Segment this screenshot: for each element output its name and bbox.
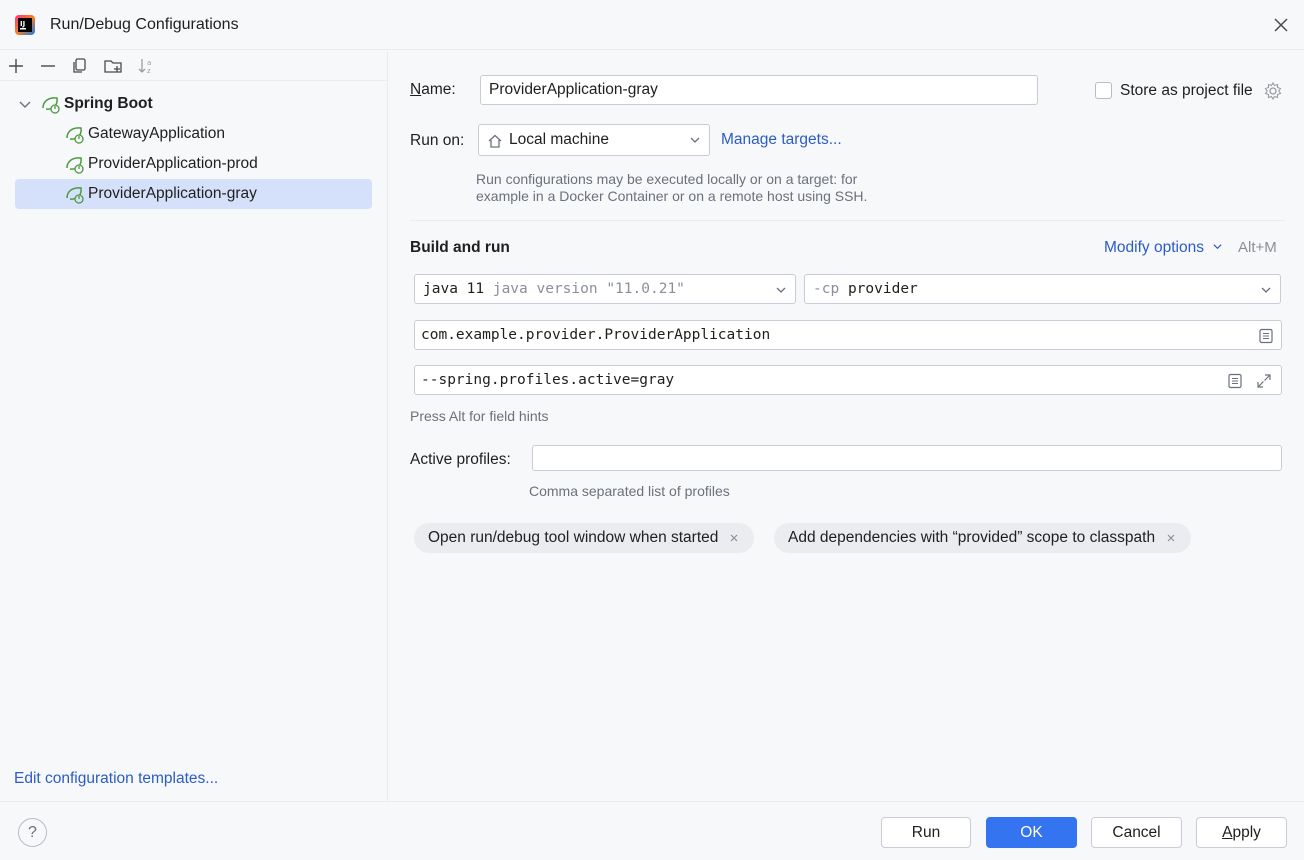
ok-button[interactable]: OK xyxy=(986,817,1077,848)
cancel-button[interactable]: Cancel xyxy=(1091,817,1182,848)
name-label: Name: xyxy=(410,81,456,98)
tree-toolbar: az xyxy=(0,51,387,81)
chevron-down-icon xyxy=(1213,244,1222,250)
run-on-label: Run on: xyxy=(410,132,465,149)
spring-boot-icon xyxy=(42,97,60,114)
tree-item-gateway[interactable]: GatewayApplication xyxy=(0,119,387,149)
store-as-project-file-checkbox[interactable] xyxy=(1095,82,1112,99)
field-hints-text: Press Alt for field hints xyxy=(410,408,549,424)
active-profiles-input[interactable] xyxy=(532,445,1282,471)
configurations-panel: az Spring Boot GatewayApplication Provid… xyxy=(0,51,388,801)
copy-icon[interactable] xyxy=(69,55,91,77)
jdk-dropdown[interactable]: java 11 java version "11.0.21" xyxy=(414,274,796,304)
tree-item-label: ProviderApplication-prod xyxy=(88,155,258,172)
run-on-dropdown[interactable]: Local machine xyxy=(478,124,710,156)
active-profiles-label: Active profiles: xyxy=(410,451,511,468)
chevron-down-icon xyxy=(1261,287,1271,293)
svg-text:a: a xyxy=(147,59,151,67)
tree-item-label: ProviderApplication-gray xyxy=(88,185,257,202)
modify-options-label: Modify options xyxy=(1104,239,1204,256)
chip-label: Add dependencies with “provided” scope t… xyxy=(788,529,1156,546)
apply-button-rest: pply xyxy=(1232,823,1261,841)
spring-boot-icon xyxy=(66,157,84,174)
tree-group-spring-boot[interactable]: Spring Boot xyxy=(0,89,387,119)
run-on-hint-line-1: Run configurations may be executed local… xyxy=(476,171,858,187)
dialog-footer: ? Run OK Cancel Apply xyxy=(0,801,1304,860)
title-bar: IJ Run/Debug Configurations xyxy=(0,0,1304,50)
program-arguments-input[interactable]: --spring.profiles.active=gray xyxy=(414,365,1282,395)
name-label-rest: ame: xyxy=(421,81,456,98)
option-chip-open-tool-window: Open run/debug tool window when started xyxy=(414,523,755,553)
home-icon xyxy=(488,134,502,148)
chevron-down-icon xyxy=(690,137,700,143)
svg-text:IJ: IJ xyxy=(20,20,25,28)
spring-boot-icon xyxy=(66,187,84,204)
main-class-value: com.example.provider.ProviderApplication xyxy=(421,327,771,343)
expand-icon[interactable] xyxy=(1255,372,1273,390)
name-input[interactable]: ProviderApplication-gray xyxy=(480,75,1038,105)
edit-configuration-templates-link[interactable]: Edit configuration templates... xyxy=(14,770,218,788)
main-class-input[interactable]: com.example.provider.ProviderApplication xyxy=(414,320,1282,350)
close-icon[interactable] xyxy=(728,532,740,544)
configurations-tree: Spring Boot GatewayApplication ProviderA… xyxy=(0,89,387,209)
configuration-form: Name: ProviderApplication-gray Store as … xyxy=(389,51,1304,801)
run-button[interactable]: Run xyxy=(881,817,971,848)
apply-button[interactable]: Apply xyxy=(1196,817,1287,848)
remove-icon[interactable] xyxy=(37,55,59,77)
new-folder-icon[interactable] xyxy=(102,55,124,77)
spring-boot-icon xyxy=(66,127,84,144)
close-icon[interactable] xyxy=(1165,532,1177,544)
modify-options-link[interactable]: Modify options xyxy=(1104,239,1223,257)
window-title: Run/Debug Configurations xyxy=(50,16,239,33)
classpath-module-dropdown[interactable]: -cp provider xyxy=(804,274,1281,304)
tree-item-provider-gray[interactable]: ProviderApplication-gray xyxy=(15,179,372,209)
active-profiles-hint: Comma separated list of profiles xyxy=(529,483,730,499)
option-chip-provided-scope: Add dependencies with “provided” scope t… xyxy=(774,523,1192,553)
intellij-logo-icon: IJ xyxy=(15,15,35,35)
program-arguments-value: --spring.profiles.active=gray xyxy=(421,372,675,388)
jdk-name: java 11 xyxy=(423,281,485,297)
sort-icon[interactable]: az xyxy=(135,55,157,77)
chip-label: Open run/debug tool window when started xyxy=(428,529,719,546)
browse-list-icon[interactable] xyxy=(1226,372,1244,390)
run-on-hint-line-2: example in a Docker Container or on a re… xyxy=(476,188,868,204)
jdk-version: java version "11.0.21" xyxy=(492,281,685,297)
close-icon[interactable] xyxy=(1270,14,1292,36)
cp-prefix: -cp xyxy=(813,281,840,297)
tree-group-label: Spring Boot xyxy=(64,95,153,112)
cp-value: provider xyxy=(847,281,918,297)
modify-options-shortcut: Alt+M xyxy=(1238,239,1277,256)
svg-text:z: z xyxy=(147,67,151,75)
tree-item-provider-prod[interactable]: ProviderApplication-prod xyxy=(0,149,387,179)
section-divider xyxy=(410,220,1285,221)
tree-item-label: GatewayApplication xyxy=(88,125,225,142)
chevron-down-icon xyxy=(776,287,786,293)
browse-list-icon[interactable] xyxy=(1257,327,1275,345)
store-as-project-file-label: Store as project file xyxy=(1120,82,1253,99)
chevron-down-icon[interactable] xyxy=(16,95,34,113)
manage-targets-link[interactable]: Manage targets... xyxy=(721,131,842,149)
add-icon[interactable] xyxy=(5,55,27,77)
name-value: ProviderApplication-gray xyxy=(489,81,658,98)
build-and-run-title: Build and run xyxy=(410,239,510,256)
run-on-value: Local machine xyxy=(509,131,609,148)
gear-icon[interactable] xyxy=(1263,81,1283,101)
help-button[interactable]: ? xyxy=(18,818,47,847)
